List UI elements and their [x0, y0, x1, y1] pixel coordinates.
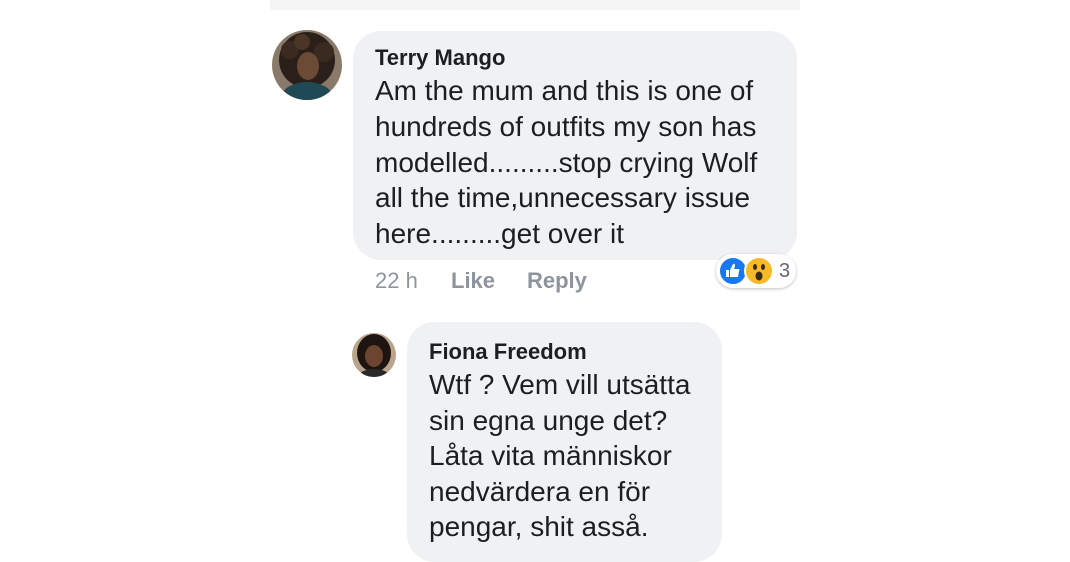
avatar-image	[352, 333, 396, 377]
comment-author[interactable]: Fiona Freedom	[429, 339, 587, 365]
comment-text-line: here.........get over it	[375, 218, 625, 249]
comment-timestamp[interactable]: 22 h	[375, 268, 418, 294]
like-button[interactable]: Like	[451, 268, 495, 294]
comment-text-line: Låta vita människor	[429, 440, 672, 471]
comment-text-line: pengar, shit asså.	[429, 511, 649, 542]
avatar-fiona-freedom[interactable]	[352, 333, 396, 377]
comment-bubble: Fiona Freedom Wtf ? Vem vill utsätta sin…	[407, 322, 722, 562]
reaction-count: 3	[779, 260, 791, 282]
avatar-terry-mango[interactable]	[272, 30, 342, 100]
comment-text-line: modelled.........stop crying Wolf	[375, 147, 758, 178]
comment-bubble: Terry Mango Am the mum and this is one o…	[353, 31, 797, 260]
previous-content-edge	[270, 0, 800, 10]
comment-text-line: Am the mum and this is one of	[375, 75, 754, 106]
wow-icon	[744, 256, 774, 286]
comment-text-line: Wtf ? Vem vill utsätta	[429, 369, 691, 400]
comment-text-line: nedvärdera en för	[429, 476, 651, 507]
comment-text-line: all the time,unnecessary issue	[375, 182, 751, 213]
comment-text-line: sin egna unge det?	[429, 405, 668, 436]
comment-author[interactable]: Terry Mango	[375, 45, 505, 71]
avatar-image	[272, 30, 342, 100]
comment-text-line: hundreds of outfits my son has	[375, 111, 757, 142]
reactions-summary[interactable]: 3	[716, 254, 796, 288]
reply-button[interactable]: Reply	[527, 268, 587, 294]
